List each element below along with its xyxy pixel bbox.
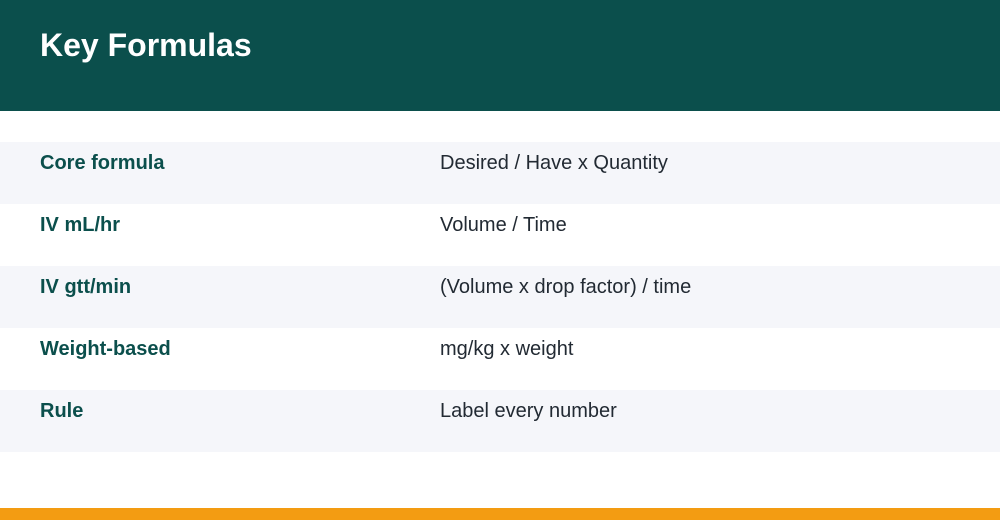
accent-bar (0, 508, 1000, 520)
header-banner: Key Formulas (0, 0, 1000, 111)
row-label: Rule (40, 400, 84, 422)
row-value: mg/kg x weight (440, 338, 574, 360)
formula-table: Core formula Desired / Have x Quantity I… (0, 142, 1000, 452)
row-label: Core formula (40, 152, 165, 174)
row-value: Desired / Have x Quantity (440, 152, 668, 174)
row-label: IV gtt/min (40, 276, 132, 298)
table-row: IV mL/hr Volume / Time (0, 204, 1000, 266)
row-value: (Volume x drop factor) / time (440, 276, 692, 298)
table-row: Weight-based mg/kg x weight (0, 328, 1000, 390)
table-row: Core formula Desired / Have x Quantity (0, 142, 1000, 204)
page-title: Key Formulas (40, 27, 252, 63)
row-label: IV mL/hr (40, 214, 121, 236)
table-row: IV gtt/min (Volume x drop factor) / time (0, 266, 1000, 328)
table-row: Rule Label every number (0, 390, 1000, 452)
row-label: Weight-based (40, 338, 171, 360)
row-value: Label every number (440, 400, 617, 422)
slide: Key Formulas Core formula Desired / Have… (0, 0, 1000, 520)
row-value: Volume / Time (440, 214, 567, 236)
